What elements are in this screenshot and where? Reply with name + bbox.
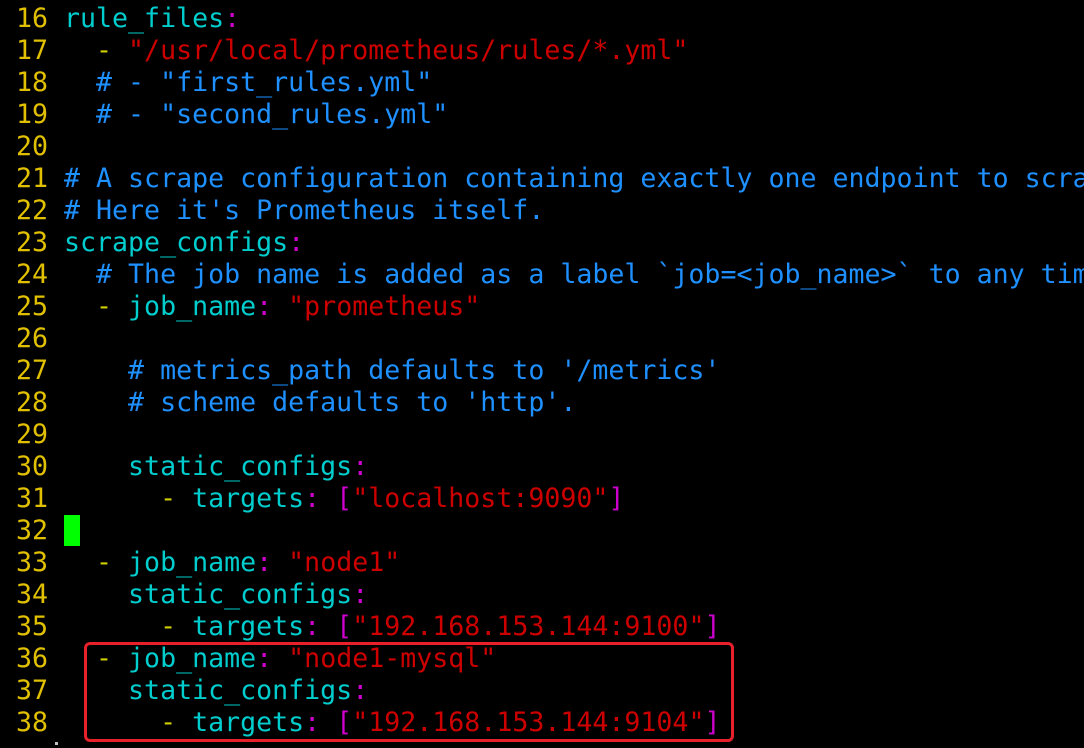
code-token: "localhost:9090" [352, 483, 609, 514]
line-number: 29 [16, 419, 49, 450]
code-token: : [ [304, 611, 353, 642]
line-number: 28 [16, 387, 49, 418]
code-token: # - "first_rules.yml" [64, 67, 433, 98]
code-token: ] [608, 483, 625, 514]
code-token: "/usr/local/prometheus/rules/*.yml" [128, 35, 689, 66]
code-line[interactable]: 34 static_configs: [0, 579, 1084, 611]
line-number: 37 [16, 675, 49, 706]
code-text [64, 515, 80, 547]
code-token: : [288, 227, 305, 258]
line-number: 16 [16, 3, 49, 34]
code-line[interactable]: 33 - job_name: "node1" [0, 547, 1084, 579]
code-text: - targets: ["localhost:9090"] [64, 483, 624, 515]
line-number: 34 [16, 579, 49, 610]
code-token: # Here it's Prometheus itself. [64, 195, 545, 226]
line-number: 21 [16, 163, 49, 194]
code-text: static_configs: [64, 579, 368, 611]
code-text: static_configs: [64, 451, 368, 483]
code-token: : [256, 291, 289, 322]
stray-dot [55, 742, 58, 745]
code-token: : [352, 579, 369, 610]
code-token: : [224, 3, 241, 34]
code-text: scrape_configs: [64, 227, 304, 259]
code-text: # - "second_rules.yml" [64, 99, 448, 131]
code-token: # - "second_rules.yml" [64, 99, 449, 130]
code-text: # Here it's Prometheus itself. [64, 195, 544, 227]
code-token: - [64, 291, 129, 322]
code-token: "node1" [288, 547, 401, 578]
line-number: 17 [16, 35, 49, 66]
code-text: # A scrape configuration containing exac… [64, 163, 1084, 195]
code-line[interactable]: 16 rule_files: [0, 3, 1084, 35]
code-text: - job_name: "node1" [64, 547, 400, 579]
code-token: job_name [128, 547, 257, 578]
code-line[interactable]: 24 # The job name is added as a label `j… [0, 259, 1084, 291]
line-number: 38 [16, 707, 49, 738]
code-token: static_configs [64, 451, 353, 482]
code-token: # The job name is added as a label `job=… [64, 259, 1084, 290]
code-token: - [64, 483, 193, 514]
code-text: - "/usr/local/prometheus/rules/*.yml" [64, 35, 688, 67]
code-token: scrape_configs [64, 227, 289, 258]
code-token: - [64, 547, 129, 578]
code-line[interactable]: 20 [0, 131, 1084, 163]
code-line[interactable]: 25 - job_name: "prometheus" [0, 291, 1084, 323]
code-text: # The job name is added as a label `job=… [64, 259, 1084, 291]
code-line[interactable]: 29 [0, 419, 1084, 451]
code-token: - [64, 611, 193, 642]
code-token: - [64, 35, 129, 66]
line-number: 23 [16, 227, 49, 258]
code-line[interactable]: 19 # - "second_rules.yml" [0, 99, 1084, 131]
code-line[interactable]: 17 - "/usr/local/prometheus/rules/*.yml" [0, 35, 1084, 67]
code-token: static_configs [64, 579, 353, 610]
code-token: targets [192, 483, 305, 514]
code-token: rule_files [64, 3, 225, 34]
code-text: # scheme defaults to 'http'. [64, 387, 576, 419]
line-number: 19 [16, 99, 49, 130]
line-number: 22 [16, 195, 49, 226]
code-text: # - "first_rules.yml" [64, 67, 432, 99]
line-number: 36 [16, 643, 49, 674]
code-token: # metrics_path defaults to '/metrics' [64, 355, 721, 386]
code-line[interactable]: 31 - targets: ["localhost:9090"] [0, 483, 1084, 515]
code-token: "192.168.153.144:9100" [352, 611, 705, 642]
code-line[interactable]: 35 - targets: ["192.168.153.144:9100"] [0, 611, 1084, 643]
line-number: 24 [16, 259, 49, 290]
code-token: # A scrape configuration containing exac… [64, 163, 1084, 194]
code-token: targets [192, 611, 305, 642]
code-text: rule_files: [64, 3, 240, 35]
code-token: # scheme defaults to 'http'. [64, 387, 577, 418]
code-line[interactable]: 30 static_configs: [0, 451, 1084, 483]
line-number: 18 [16, 67, 49, 98]
line-number: 26 [16, 323, 49, 354]
code-line[interactable]: 18 # - "first_rules.yml" [0, 67, 1084, 99]
highlight-box [84, 642, 734, 742]
line-number: 35 [16, 611, 49, 642]
code-line[interactable]: 23 scrape_configs: [0, 227, 1084, 259]
line-number: 25 [16, 291, 49, 322]
line-number: 30 [16, 451, 49, 482]
code-text: - targets: ["192.168.153.144:9100"] [64, 611, 720, 643]
code-token: : [352, 451, 369, 482]
vim-editor[interactable]: 16 rule_files: 17 - "/usr/local/prometheus… [0, 3, 1084, 748]
code-line[interactable]: 32 [0, 515, 1084, 547]
code-token: : [256, 547, 289, 578]
code-line[interactable]: 27 # metrics_path defaults to '/metrics' [0, 355, 1084, 387]
code-token: : [ [304, 483, 353, 514]
code-token: "prometheus" [288, 291, 481, 322]
code-line[interactable]: 28 # scheme defaults to 'http'. [0, 387, 1084, 419]
text-cursor [64, 515, 80, 546]
code-token: ] [704, 611, 721, 642]
line-number: 31 [16, 483, 49, 514]
line-number: 27 [16, 355, 49, 386]
code-line[interactable]: 26 [0, 323, 1084, 355]
code-text: - job_name: "prometheus" [64, 291, 480, 323]
line-number: 20 [16, 131, 49, 162]
code-text: # metrics_path defaults to '/metrics' [64, 355, 720, 387]
code-line[interactable]: 22 # Here it's Prometheus itself. [0, 195, 1084, 227]
code-line[interactable]: 21 # A scrape configuration containing ex… [0, 163, 1084, 195]
line-number: 33 [16, 547, 49, 578]
code-token: job_name [128, 291, 257, 322]
line-number: 32 [16, 515, 49, 546]
